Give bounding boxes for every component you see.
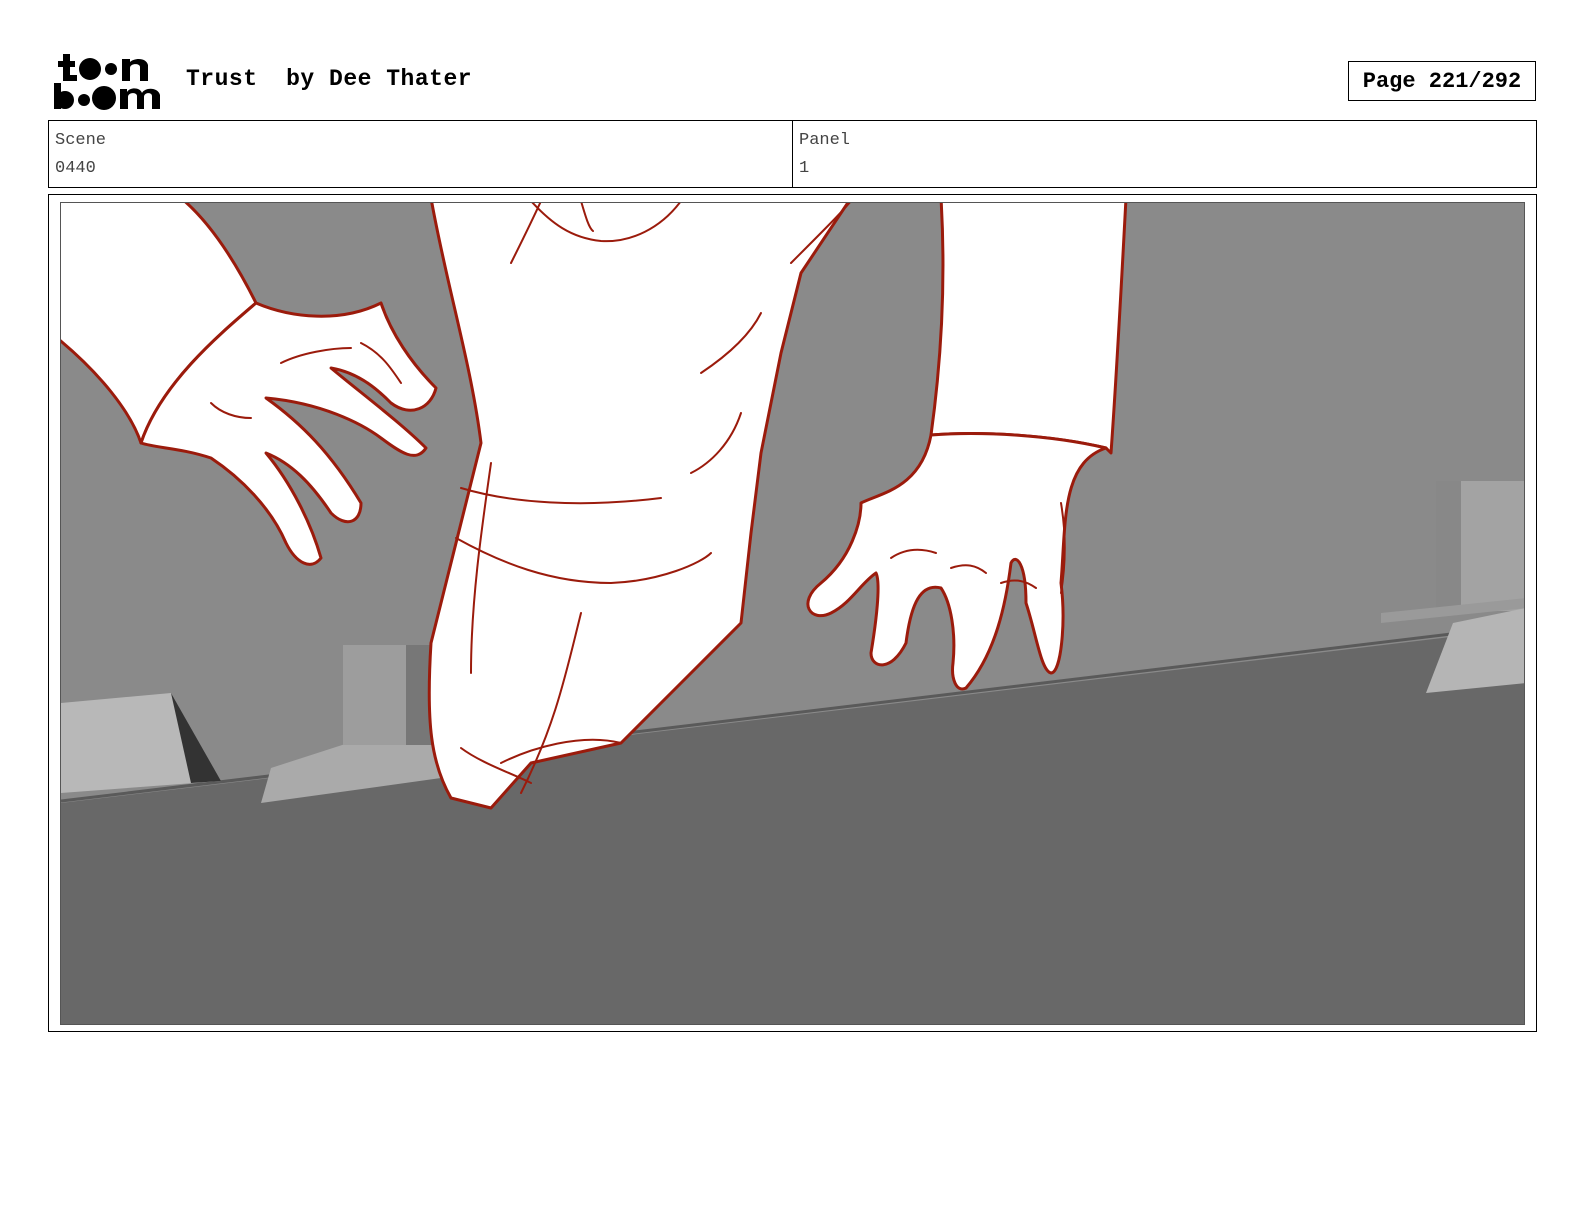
panel-label: Panel: [799, 131, 851, 150]
scene-value: 0440: [55, 159, 96, 178]
storyboard-panel-image: [60, 202, 1525, 1025]
panel-cell: Panel 1: [792, 121, 1536, 187]
toon-boom-logo: [54, 54, 160, 110]
page-number: Page 221/292: [1348, 61, 1536, 101]
panel-value: 1: [799, 159, 810, 178]
document-title: Trust by Dee Thater: [186, 66, 473, 92]
scene-cell: Scene 0440: [49, 121, 792, 187]
scene-label: Scene: [55, 131, 107, 150]
scene-panel-info: Scene 0440 Panel 1: [48, 120, 1537, 188]
